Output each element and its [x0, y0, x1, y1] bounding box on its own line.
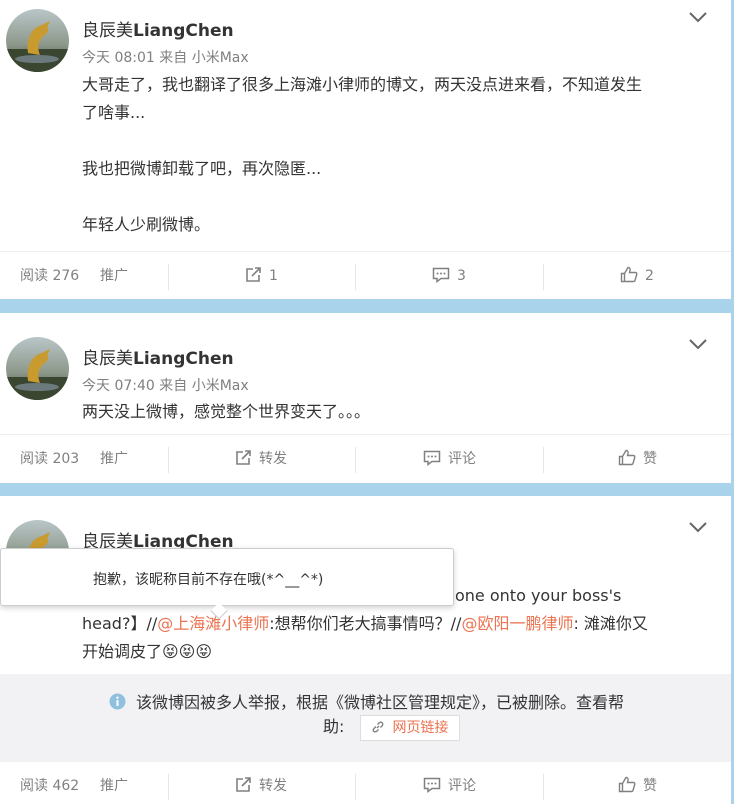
repost-icon	[236, 450, 251, 465]
divider	[543, 264, 544, 290]
user-name[interactable]: 良辰美LiangChen	[82, 344, 234, 369]
action-bar: 阅读 276 推广 1 3 2	[0, 251, 731, 299]
user-name[interactable]: 良辰美LiangChen	[82, 16, 234, 41]
repost-icon	[236, 777, 251, 792]
text-line: head?】//@上海滩小律师:想帮你们老大搞事情吗？//@欧阳一鹏律师: 滩滩…	[82, 614, 648, 633]
comment-button[interactable]: 评论	[423, 435, 476, 483]
repost-button[interactable]: 转发	[235, 762, 287, 804]
action-bar: 阅读 203 推广 转发 评论 赞	[0, 434, 731, 482]
username-tooltip: 抱歉，该昵称目前不存在哦(*^__^*)	[0, 548, 454, 620]
thumbs-up-icon	[620, 266, 638, 283]
post-text: 大哥走了，我也翻译了很多上海滩小律师的博文，两天没点进来看，不知道发生 了啥事.…	[82, 71, 712, 239]
comment-button[interactable]: 评论	[423, 762, 476, 804]
divider	[355, 264, 356, 290]
comment-icon	[423, 777, 441, 793]
like-button[interactable]: 2	[620, 252, 654, 300]
action-bar: 阅读 462 推广 转发 评论 赞	[0, 762, 731, 804]
read-count: 阅读 462	[20, 778, 80, 794]
notice-text: 该微博因被多人举报，根据《微博社区管理规定》，已被删除。查看帮	[136, 693, 625, 712]
avatar[interactable]	[6, 9, 69, 72]
text-line: 年轻人少刷微博。	[82, 215, 211, 234]
link-icon	[372, 721, 383, 733]
weibo-card: 良辰美LiangChen one onto your boss's head?】…	[0, 496, 731, 804]
mention-link[interactable]: @上海滩小律师	[157, 614, 269, 633]
post-meta[interactable]: 今天 07:40 来自 小米Max	[82, 375, 249, 395]
divider	[355, 447, 356, 473]
text-line: 大哥走了，我也翻译了很多上海滩小律师的博文，两天没点进来看，不知道发生	[82, 75, 643, 94]
divider	[355, 774, 356, 800]
read-count: 阅读 203	[20, 451, 80, 467]
divider	[168, 264, 169, 290]
tooltip-text: 抱歉，该昵称目前不存在哦(*^__^*)	[93, 572, 324, 588]
promote-button[interactable]: 推广	[100, 435, 128, 483]
web-link-button[interactable]: 网页链接	[359, 715, 460, 741]
like-button[interactable]: 赞	[618, 762, 657, 804]
thumbs-up-icon	[618, 449, 636, 466]
read-count: 阅读 276	[20, 268, 80, 284]
weibo-card: 良辰美LiangChen 今天 07:40 来自 小米Max 两天没上微博，感觉…	[0, 313, 731, 483]
weibo-card: 良辰美LiangChen 今天 08:01 来自 小米Max 大哥走了，我也翻译…	[0, 0, 731, 299]
repost-icon	[246, 267, 261, 282]
divider	[168, 447, 169, 473]
promote-button[interactable]: 推广	[100, 252, 128, 300]
post-text: 两天没上微博，感觉整个世界变天了。。。	[82, 398, 712, 426]
chevron-down-icon[interactable]	[688, 336, 708, 350]
chevron-down-icon[interactable]	[688, 519, 708, 533]
text-line: 我也把微博卸载了吧，再次隐匿...	[82, 159, 322, 178]
chevron-down-icon[interactable]	[688, 9, 708, 23]
repost-button[interactable]: 1	[245, 252, 278, 300]
avatar[interactable]	[6, 337, 69, 400]
post-text: head?】//@上海滩小律师:想帮你们老大搞事情吗？//@欧阳一鹏律师: 滩滩…	[82, 610, 712, 666]
promote-button[interactable]: 推广	[100, 762, 128, 804]
comment-icon	[432, 267, 450, 283]
text-line: 了啥事...	[82, 103, 146, 122]
post-text-partial: one onto your boss's	[455, 586, 622, 605]
comment-icon	[423, 450, 441, 466]
divider	[543, 447, 544, 473]
mention-link[interactable]: @欧阳一鹏律师	[461, 614, 573, 633]
notice-text-line2: 助: 网页链接	[323, 714, 460, 741]
deleted-notice: 该微博因被多人举报，根据《微博社区管理规定》，已被删除。查看帮 助: 网页链接	[0, 674, 731, 762]
text-line: 两天没上微博，感觉整个世界变天了。。。	[82, 402, 371, 421]
text-line: 开始调皮了😝😝😝	[82, 642, 213, 661]
divider	[168, 774, 169, 800]
info-icon	[109, 693, 126, 710]
repost-button[interactable]: 转发	[235, 435, 287, 483]
comment-button[interactable]: 3	[432, 252, 466, 300]
thumbs-up-icon	[618, 776, 636, 793]
divider	[543, 774, 544, 800]
like-button[interactable]: 赞	[618, 435, 657, 483]
post-meta[interactable]: 今天 08:01 来自 小米Max	[82, 47, 249, 67]
